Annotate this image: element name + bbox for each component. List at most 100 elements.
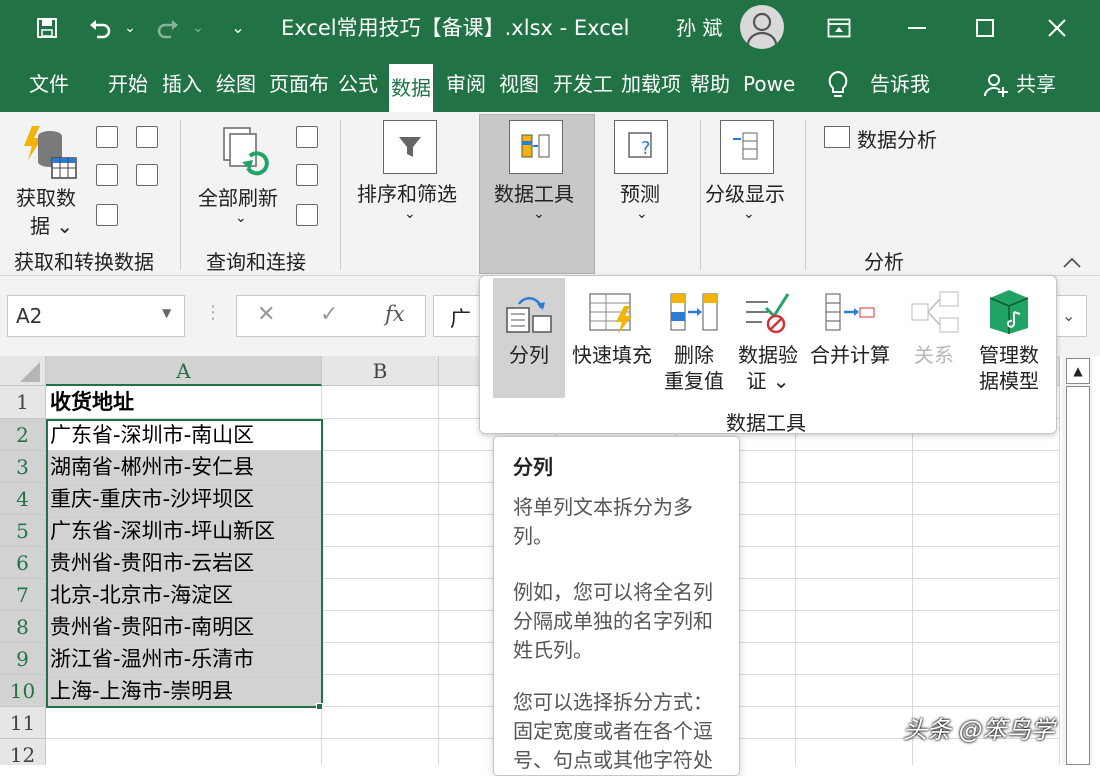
column-header-a[interactable]: A: [46, 356, 322, 386]
sort-filter-button[interactable]: 排序和筛选: [357, 178, 457, 207]
cell[interactable]: [913, 515, 1060, 547]
recent-sources-icon[interactable]: [136, 126, 158, 148]
ribbon-display-options-icon[interactable]: [822, 0, 856, 59]
filter-icon[interactable]: [383, 120, 437, 174]
tab-draw[interactable]: 绘图: [216, 56, 256, 112]
scroll-up-icon[interactable]: ▲: [1066, 358, 1090, 384]
cell-address[interactable]: 广东省-深圳市-南山区: [46, 419, 322, 451]
data-validation-button[interactable]: 数据验 证 ⌄: [732, 282, 804, 400]
data-tools-dropdown-icon[interactable]: ⌄: [533, 206, 545, 222]
row-header[interactable]: 1: [0, 386, 46, 419]
row-header[interactable]: 9: [0, 643, 46, 675]
cell[interactable]: [913, 579, 1060, 611]
row-header[interactable]: 5: [0, 515, 46, 547]
avatar[interactable]: [740, 5, 784, 49]
cell-address[interactable]: 广东省-深圳市-坪山新区: [46, 515, 322, 547]
cell[interactable]: [796, 643, 913, 675]
tab-insert[interactable]: 插入: [162, 56, 202, 112]
resize-handle-icon[interactable]: ⋮: [204, 302, 222, 323]
cell[interactable]: [913, 483, 1060, 515]
share-button[interactable]: 共享: [1016, 56, 1056, 112]
cell[interactable]: [322, 483, 439, 515]
row-header[interactable]: 12: [0, 739, 46, 765]
text-to-columns-button[interactable]: 分列: [493, 282, 565, 400]
column-header-b[interactable]: B: [322, 356, 439, 386]
insert-function-button[interactable]: fx: [385, 302, 405, 326]
remove-duplicates-button[interactable]: 删除 重复值: [658, 282, 730, 400]
sort-filter-dropdown-icon[interactable]: ⌄: [404, 206, 416, 222]
refresh-all-button[interactable]: 全部刷新: [198, 182, 278, 211]
cell[interactable]: [322, 707, 439, 739]
cell-address[interactable]: 浙江省-温州市-乐清市: [46, 643, 322, 675]
cell[interactable]: [796, 515, 913, 547]
consolidate-button[interactable]: 合并计算: [806, 282, 894, 400]
flash-fill-button[interactable]: 快速填充: [568, 282, 656, 400]
close-icon[interactable]: [1040, 0, 1074, 60]
cell[interactable]: [322, 579, 439, 611]
data-analysis-icon[interactable]: [824, 126, 850, 148]
cell-address[interactable]: 湖南省-郴州市-安仁县: [46, 451, 322, 483]
cell-address[interactable]: 贵州省-贵阳市-南明区: [46, 611, 322, 643]
customize-qat-icon[interactable]: ⌄: [226, 0, 250, 56]
cell-address[interactable]: 上海-上海市-崇明县: [46, 675, 322, 707]
tell-me-search[interactable]: 告诉我: [870, 56, 930, 112]
data-tools-icon[interactable]: [509, 120, 563, 174]
cell[interactable]: [46, 739, 322, 765]
cell[interactable]: [322, 515, 439, 547]
existing-connections-icon[interactable]: [136, 164, 158, 186]
tab-page-layout[interactable]: 页面布: [269, 56, 331, 112]
cell[interactable]: [322, 739, 439, 765]
row-header[interactable]: 3: [0, 451, 46, 483]
cell[interactable]: [46, 707, 322, 739]
edit-links-icon[interactable]: [296, 204, 318, 226]
scroll-thumb[interactable]: [1066, 386, 1090, 765]
forecast-dropdown-icon[interactable]: ⌄: [636, 206, 648, 222]
cell[interactable]: [796, 547, 913, 579]
tab-help[interactable]: 帮助: [690, 56, 730, 112]
row-header[interactable]: 2: [0, 419, 46, 451]
tab-review[interactable]: 审阅: [446, 56, 486, 112]
tab-formulas[interactable]: 公式: [338, 56, 378, 112]
enter-icon[interactable]: ✓: [320, 302, 338, 327]
tab-addins[interactable]: 加载项: [621, 56, 683, 112]
cell[interactable]: [913, 611, 1060, 643]
outline-dropdown-icon[interactable]: ⌄: [743, 206, 755, 222]
cell[interactable]: [322, 643, 439, 675]
cell-address[interactable]: 贵州省-贵阳市-云岩区: [46, 547, 322, 579]
tab-developer[interactable]: 开发工: [553, 56, 615, 112]
cell[interactable]: [913, 547, 1060, 579]
cell[interactable]: [796, 579, 913, 611]
row-header[interactable]: 6: [0, 547, 46, 579]
manage-data-model-button[interactable]: 管理数 据模型: [974, 282, 1044, 400]
get-data-icon[interactable]: [22, 124, 78, 186]
cell[interactable]: [796, 739, 913, 765]
get-data-button[interactable]: 获取数: [16, 182, 76, 211]
fill-handle[interactable]: [316, 703, 323, 710]
cell[interactable]: [913, 643, 1060, 675]
cancel-icon[interactable]: ✕: [257, 302, 275, 327]
select-all-corner[interactable]: [0, 356, 46, 386]
cell[interactable]: [322, 386, 439, 419]
tab-home[interactable]: 开始: [108, 56, 148, 112]
save-icon[interactable]: [30, 0, 64, 60]
data-analysis-button[interactable]: 数据分析: [857, 124, 937, 153]
name-box[interactable]: A2 ▼: [7, 295, 185, 337]
undo-icon[interactable]: [84, 0, 116, 60]
cell-address[interactable]: 北京-北京市-海淀区: [46, 579, 322, 611]
cell[interactable]: [913, 675, 1060, 707]
queries-connections-icon[interactable]: [296, 126, 318, 148]
cell[interactable]: [322, 675, 439, 707]
tab-view[interactable]: 视图: [499, 56, 539, 112]
from-table-icon[interactable]: [96, 204, 118, 226]
from-web-icon[interactable]: [96, 164, 118, 186]
forecast-icon[interactable]: ?: [614, 120, 668, 174]
row-header[interactable]: 7: [0, 579, 46, 611]
tab-data[interactable]: 数据: [389, 64, 433, 112]
cell[interactable]: [322, 547, 439, 579]
row-header[interactable]: 8: [0, 611, 46, 643]
tab-file[interactable]: 文件: [29, 56, 69, 112]
vertical-scrollbar[interactable]: ▲: [1062, 356, 1092, 765]
name-box-dropdown-icon[interactable]: ▼: [162, 306, 171, 320]
lightbulb-icon[interactable]: [826, 70, 850, 104]
cell[interactable]: [796, 611, 913, 643]
